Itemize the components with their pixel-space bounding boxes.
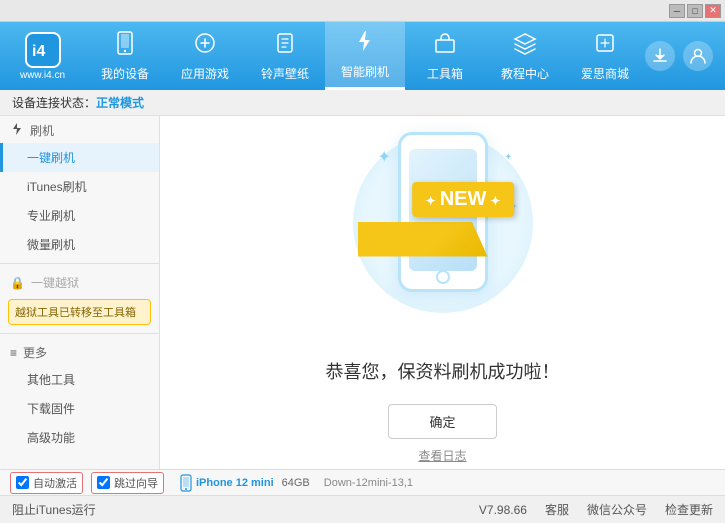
nav-icon-itunes-store xyxy=(593,31,617,61)
success-title: 恭喜您，保资料刷机成功啦！ xyxy=(326,358,560,384)
lock-icon: 🔒 xyxy=(10,276,25,290)
user-btn[interactable] xyxy=(683,41,713,71)
sidebar-item-advanced[interactable]: 高级功能 xyxy=(0,423,159,452)
nav-icon-toolbox xyxy=(433,31,457,61)
nav-label-toolbox: 工具箱 xyxy=(427,65,463,82)
nav-item-my-device[interactable]: 我的设备 xyxy=(85,22,165,90)
sparkle-1: ✦ xyxy=(378,147,391,167)
sidebar-warning: 越狱工具已转移至工具箱 xyxy=(8,299,151,325)
status-label: 设备连接状态： xyxy=(12,94,96,111)
skip-wizard-label: 跳过向导 xyxy=(114,475,158,491)
auto-connect-label: 自动激活 xyxy=(33,475,77,491)
nav-icon-ringtones xyxy=(273,31,297,61)
minimize-btn[interactable]: ─ xyxy=(669,4,685,18)
logo-icon: i4 xyxy=(25,32,61,68)
nav-item-toolbox[interactable]: 工具箱 xyxy=(405,22,485,90)
version-label: V7.98.66 xyxy=(479,503,527,517)
phone-button xyxy=(436,270,450,284)
skip-wizard-input[interactable] xyxy=(97,476,110,489)
sidebar-item-other-tools[interactable]: 其他工具 xyxy=(0,365,159,394)
nav-icon-my-device xyxy=(113,31,137,61)
footer-bar: 自动激活 跳过向导 iPhone 12 mini 64GB Down-12min… xyxy=(0,469,725,495)
nav-right xyxy=(645,41,725,71)
status-right: V7.98.66 客服 微信公众号 检查更新 xyxy=(479,501,713,518)
device-icon xyxy=(180,474,192,492)
nav-item-apps-games[interactable]: 应用游戏 xyxy=(165,22,245,90)
logo-url: www.i4.cn xyxy=(20,70,65,81)
download-btn[interactable] xyxy=(645,41,675,71)
status-bar-top: 设备连接状态： 正常模式 xyxy=(0,90,725,116)
sidebar-divider-1 xyxy=(0,263,159,264)
nav-icon-tutorial xyxy=(513,31,537,61)
status-bottom: 阻止iTunes运行 V7.98.66 客服 微信公众号 检查更新 xyxy=(0,495,725,523)
nav-label-smart-flash: 智能刷机 xyxy=(341,63,389,80)
nav-item-ringtones[interactable]: 铃声壁纸 xyxy=(245,22,325,90)
content-area: ✦ ✦ ✦ NEW 恭喜您，保资料刷机成功啦！ 确定 查看日志 xyxy=(160,116,725,469)
sparkle-2: ✦ xyxy=(504,152,512,163)
sidebar-item-one-key-flash[interactable]: 一键刷机 xyxy=(0,143,159,172)
ribbon xyxy=(358,222,488,257)
nav-item-smart-flash[interactable]: 智能刷机 xyxy=(325,22,405,90)
sidebar-item-download-fw[interactable]: 下载固件 xyxy=(0,394,159,423)
status-and-main: 刷机 一键刷机 iTunes刷机 专业刷机 微量刷机 🔒 一键越狱 越狱工具已转… xyxy=(0,116,725,469)
more-section-icon: ≡ xyxy=(10,346,17,360)
more-section-label: 更多 xyxy=(23,344,47,361)
sidebar-section-jailbreak: 🔒 一键越狱 xyxy=(0,268,159,295)
itunes-status: 阻止iTunes运行 xyxy=(12,501,479,518)
auto-connect-input[interactable] xyxy=(16,476,29,489)
device-system: Down-12mini-13,1 xyxy=(324,477,413,489)
device-name: iPhone 12 mini xyxy=(196,477,274,489)
nav-items: 我的设备 应用游戏 铃声壁纸 智能刷机 工具箱 xyxy=(85,22,645,90)
flash-section-icon xyxy=(10,122,24,139)
confirm-button[interactable]: 确定 xyxy=(388,404,496,439)
status-value: 正常模式 xyxy=(96,94,144,111)
device-info: iPhone 12 mini 64GB xyxy=(180,474,310,492)
sidebar: 刷机 一键刷机 iTunes刷机 专业刷机 微量刷机 🔒 一键越狱 越狱工具已转… xyxy=(0,116,160,469)
flash-section-label: 刷机 xyxy=(30,122,54,139)
itunes-label: 阻止iTunes运行 xyxy=(12,503,96,517)
sidebar-divider-2 xyxy=(0,333,159,334)
sidebar-item-micro-flash[interactable]: 微量刷机 xyxy=(0,230,159,259)
nav-icon-apps-games xyxy=(193,31,217,61)
nav-item-itunes-store[interactable]: 爱思商城 xyxy=(565,22,645,90)
new-badge: NEW xyxy=(412,182,515,217)
auto-connect-checkbox[interactable]: 自动激活 xyxy=(10,472,83,494)
log-link[interactable]: 查看日志 xyxy=(418,447,466,464)
close-btn[interactable]: ✕ xyxy=(705,4,721,18)
nav-label-itunes-store: 爱思商城 xyxy=(581,65,629,82)
sidebar-item-itunes-flash[interactable]: iTunes刷机 xyxy=(0,172,159,201)
nav-label-my-device: 我的设备 xyxy=(101,65,149,82)
maximize-btn[interactable]: □ xyxy=(687,4,703,18)
device-storage: 64GB xyxy=(282,477,310,489)
wechat-link[interactable]: 微信公众号 xyxy=(587,501,647,518)
check-update-link[interactable]: 检查更新 xyxy=(665,501,713,518)
customer-service-link[interactable]: 客服 xyxy=(545,501,569,518)
sidebar-section-more: ≡ 更多 xyxy=(0,338,159,365)
nav-label-tutorial: 教程中心 xyxy=(501,65,549,82)
nav-label-ringtones: 铃声壁纸 xyxy=(261,65,309,82)
nav-item-tutorial[interactable]: 教程中心 xyxy=(485,22,565,90)
title-bar: ─ □ ✕ xyxy=(0,0,725,22)
sidebar-section-flash: 刷机 xyxy=(0,116,159,143)
nav-label-apps-games: 应用游戏 xyxy=(181,65,229,82)
success-illustration: ✦ ✦ ✦ NEW xyxy=(343,122,543,342)
header: i4 www.i4.cn 我的设备 应用游戏 铃声壁纸 xyxy=(0,22,725,90)
logo-area[interactable]: i4 www.i4.cn xyxy=(0,32,85,81)
skip-wizard-checkbox[interactable]: 跳过向导 xyxy=(91,472,164,494)
jailbreak-section-label: 一键越狱 xyxy=(31,274,79,291)
svg-text:i4: i4 xyxy=(32,43,45,60)
nav-icon-smart-flash xyxy=(353,29,377,59)
sidebar-item-pro-flash[interactable]: 专业刷机 xyxy=(0,201,159,230)
middle-section: 设备连接状态： 正常模式 刷机 一键刷机 iTunes刷机 专业刷机 微量刷机 … xyxy=(0,90,725,523)
